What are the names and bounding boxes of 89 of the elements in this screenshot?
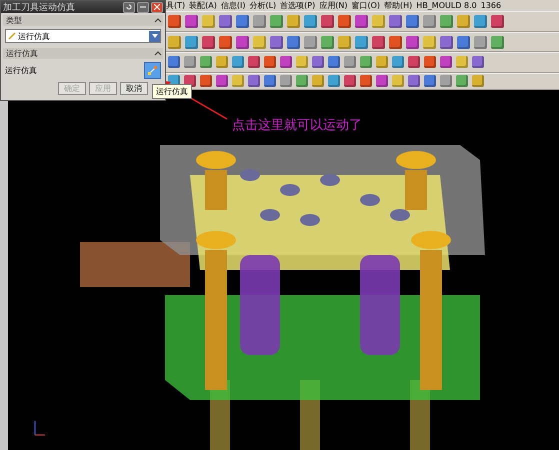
toolbar-icon[interactable]	[440, 36, 453, 49]
run-simulation-button[interactable]	[144, 62, 161, 80]
menu-item[interactable]: 具(T)	[166, 0, 186, 11]
toolbar-icon[interactable]	[219, 36, 232, 49]
minimize-icon[interactable]	[137, 2, 149, 12]
menu-item[interactable]: 信息(I)	[220, 0, 246, 11]
wand-icon	[8, 32, 16, 40]
toolbar-icon[interactable]	[392, 56, 404, 68]
section-header[interactable]: 类型	[3, 15, 163, 26]
toolbar-icon[interactable]	[321, 15, 334, 28]
menu-item[interactable]: 窗口(O)	[351, 0, 380, 11]
toolbar-icon[interactable]	[376, 75, 388, 88]
toolbar-icon[interactable]	[440, 15, 453, 28]
toolbar-icon[interactable]	[236, 15, 249, 28]
toolbar-icon[interactable]	[360, 56, 372, 68]
toolbar-icon[interactable]	[360, 75, 372, 88]
toolbar-icon[interactable]	[304, 36, 317, 49]
toolbar-icon[interactable]	[440, 56, 452, 68]
section-title: 运行仿真	[6, 48, 39, 60]
toolbar-icon[interactable]	[200, 56, 212, 68]
toolbar-icon[interactable]	[406, 15, 419, 28]
toolbar-icon[interactable]	[184, 56, 196, 68]
toolbar-icon[interactable]	[312, 56, 324, 68]
toolbar-icon[interactable]	[270, 15, 283, 28]
toolbar-icon[interactable]	[236, 36, 249, 49]
toolbar-icon[interactable]	[202, 36, 215, 49]
toolbar-icon[interactable]	[344, 56, 356, 68]
toolbar-icon[interactable]	[406, 36, 419, 49]
toolbar-icon[interactable]	[248, 56, 260, 68]
menu-item[interactable]: 装配(A)	[189, 0, 217, 11]
toolbar-icon[interactable]	[408, 75, 420, 88]
toolbar-icon[interactable]	[328, 56, 340, 68]
toolbar-icon[interactable]	[304, 15, 317, 28]
axis-triad-icon	[32, 420, 46, 438]
toolbar-icon[interactable]	[328, 75, 340, 88]
toolbar-icon[interactable]	[424, 75, 436, 88]
toolbar-icon[interactable]	[372, 36, 385, 49]
toolbar-icon[interactable]	[474, 36, 487, 49]
toolbar-icon[interactable]	[424, 56, 436, 68]
section-header[interactable]: 运行仿真	[3, 48, 163, 60]
menu-item[interactable]: 1366	[480, 0, 502, 11]
toolbar-icon[interactable]	[216, 75, 228, 88]
toolbar-icon[interactable]	[219, 15, 232, 28]
toolbar-icon[interactable]	[472, 56, 484, 68]
toolbar-icon[interactable]	[389, 15, 402, 28]
menu-item[interactable]: 应用(N)	[319, 0, 348, 11]
close-icon[interactable]	[151, 2, 163, 12]
dialog-title: 加工刀具运动仿真	[3, 2, 76, 14]
toolbar-icon[interactable]	[200, 75, 212, 88]
toolbar-icon[interactable]	[457, 36, 470, 49]
toolbar-icon[interactable]	[491, 15, 504, 28]
menu-item[interactable]: 分析(L)	[249, 0, 276, 11]
toolbar-icon[interactable]	[408, 56, 420, 68]
toolbar-icon[interactable]	[168, 15, 181, 28]
menu-item[interactable]: 首选项(P)	[280, 0, 316, 11]
toolbar-icon[interactable]	[491, 36, 504, 49]
toolbar-icon[interactable]	[321, 36, 334, 49]
toolbar-icon[interactable]	[168, 56, 180, 68]
toolbar-icon[interactable]	[280, 75, 292, 88]
toolbar-icon[interactable]	[344, 75, 356, 88]
row-label: 运行仿真	[5, 65, 38, 76]
toolbar-icon[interactable]	[440, 75, 452, 88]
toolbar-icon[interactable]	[185, 15, 198, 28]
toolbar-icon[interactable]	[287, 36, 300, 49]
toolbar-icon[interactable]	[456, 75, 468, 88]
toolbar-icon[interactable]	[389, 36, 402, 49]
toolbar-icon[interactable]	[185, 36, 198, 49]
type-dropdown[interactable]: 运行仿真	[5, 29, 161, 44]
simulation-icon	[147, 65, 158, 76]
toolbar-icon[interactable]	[264, 75, 276, 88]
toolbar-icon[interactable]	[253, 15, 266, 28]
section-title: 类型	[6, 15, 23, 26]
toolbar-icon[interactable]	[423, 15, 436, 28]
toolbar-icon[interactable]	[296, 75, 308, 88]
toolbar-icon[interactable]	[264, 56, 276, 68]
toolbar-icon[interactable]	[280, 56, 292, 68]
toolbar-icon[interactable]	[270, 36, 283, 49]
toolbar-icon[interactable]	[474, 15, 487, 28]
toolbar-icon[interactable]	[248, 75, 260, 88]
toolbar-icon[interactable]	[232, 56, 244, 68]
tooltip: 运行仿真	[152, 84, 192, 99]
menu-item[interactable]: HB_MOULD 8.0	[416, 0, 477, 11]
toolbar-icon[interactable]	[355, 36, 368, 49]
reset-icon[interactable]	[123, 2, 135, 12]
dialog-button[interactable]: 取消	[120, 82, 148, 96]
toolbar-icon[interactable]	[338, 15, 351, 28]
toolbar-icon[interactable]	[355, 15, 368, 28]
annotation-text: 点击这里就可以运动了	[232, 117, 362, 134]
menu-item[interactable]: 帮助(H)	[384, 0, 412, 11]
